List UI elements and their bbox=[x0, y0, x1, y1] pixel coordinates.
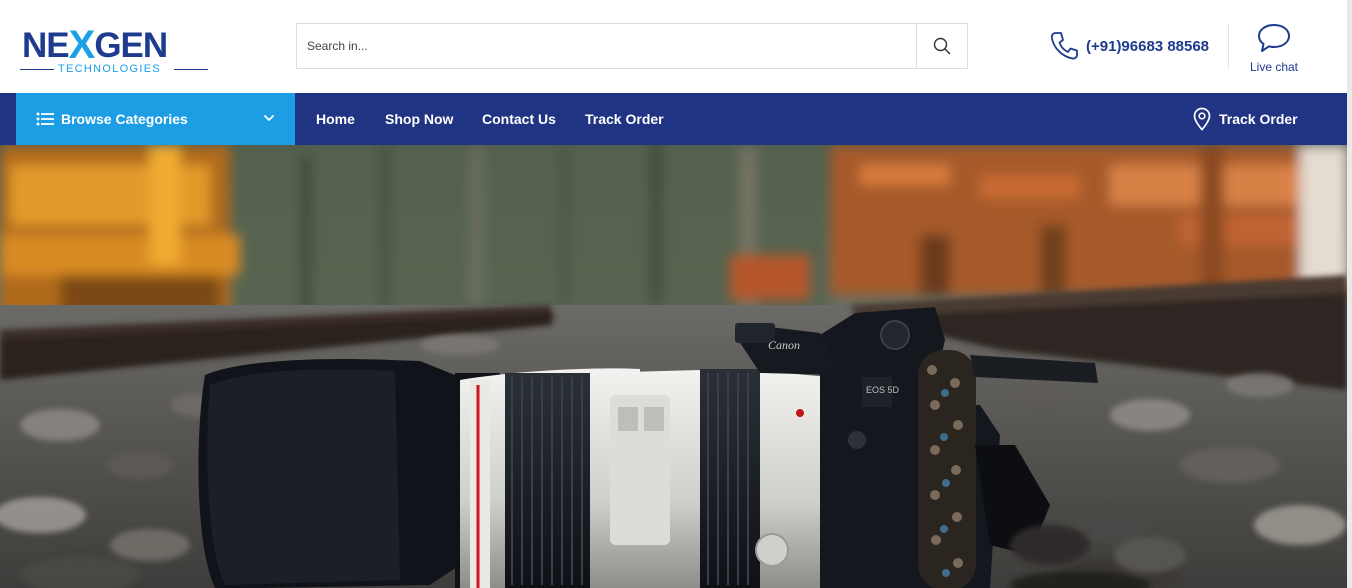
map-pin-icon bbox=[1193, 107, 1211, 131]
search-icon bbox=[933, 37, 951, 55]
live-chat-label: Live chat bbox=[1249, 60, 1299, 74]
nav-link-contact-us[interactable]: Contact Us bbox=[482, 93, 556, 145]
camera-brand-text: Canon bbox=[768, 338, 800, 352]
nav-link-home[interactable]: Home bbox=[316, 93, 355, 145]
list-icon bbox=[36, 112, 54, 126]
nav-track-order-right[interactable]: Track Order bbox=[1193, 93, 1298, 145]
logo-rule-right bbox=[174, 69, 208, 70]
nexgen-logo[interactable]: NEXGEN TECHNOLOGIES bbox=[20, 18, 210, 78]
chat-bubble-icon bbox=[1258, 24, 1290, 52]
nav-link-shop-now[interactable]: Shop Now bbox=[385, 93, 453, 145]
logo-rule-left bbox=[20, 69, 54, 70]
phone-contact[interactable]: (+91)96683 88568 bbox=[1050, 30, 1209, 62]
browse-categories-dropdown[interactable]: Browse Categories bbox=[16, 93, 295, 145]
logo-wordmark: NEXGEN bbox=[22, 23, 168, 67]
logo-text-left: NE bbox=[22, 26, 70, 65]
search-button[interactable] bbox=[916, 24, 967, 68]
site-header: NEXGEN TECHNOLOGIES (+91)96683 88568 Liv… bbox=[0, 0, 1352, 93]
live-chat-button[interactable]: Live chat bbox=[1246, 22, 1302, 74]
browse-categories-label: Browse Categories bbox=[61, 111, 188, 127]
search-input[interactable] bbox=[297, 24, 917, 68]
logo-tagline: TECHNOLOGIES bbox=[58, 63, 162, 75]
search-bar bbox=[296, 23, 968, 69]
phone-number: (+91)96683 88568 bbox=[1086, 37, 1210, 55]
hero-camera-image: Canon EOS 5D bbox=[0, 145, 1347, 588]
header-divider bbox=[1228, 25, 1229, 69]
main-navigation: Browse Categories Home Shop Now Contact … bbox=[0, 93, 1347, 145]
track-order-label: Track Order bbox=[1219, 111, 1298, 127]
logo-x-mark: X bbox=[68, 23, 96, 67]
logo-tagline-row: TECHNOLOGIES bbox=[20, 63, 210, 75]
nav-link-track-order[interactable]: Track Order bbox=[585, 93, 664, 145]
camera-model-text: EOS 5D bbox=[866, 385, 900, 395]
logo-text-right: GEN bbox=[94, 26, 168, 65]
chevron-down-icon bbox=[264, 115, 274, 121]
phone-icon bbox=[1050, 32, 1078, 60]
page-scrollbar-edge bbox=[1347, 0, 1352, 588]
hero-banner[interactable]: Canon EOS 5D bbox=[0, 145, 1347, 588]
